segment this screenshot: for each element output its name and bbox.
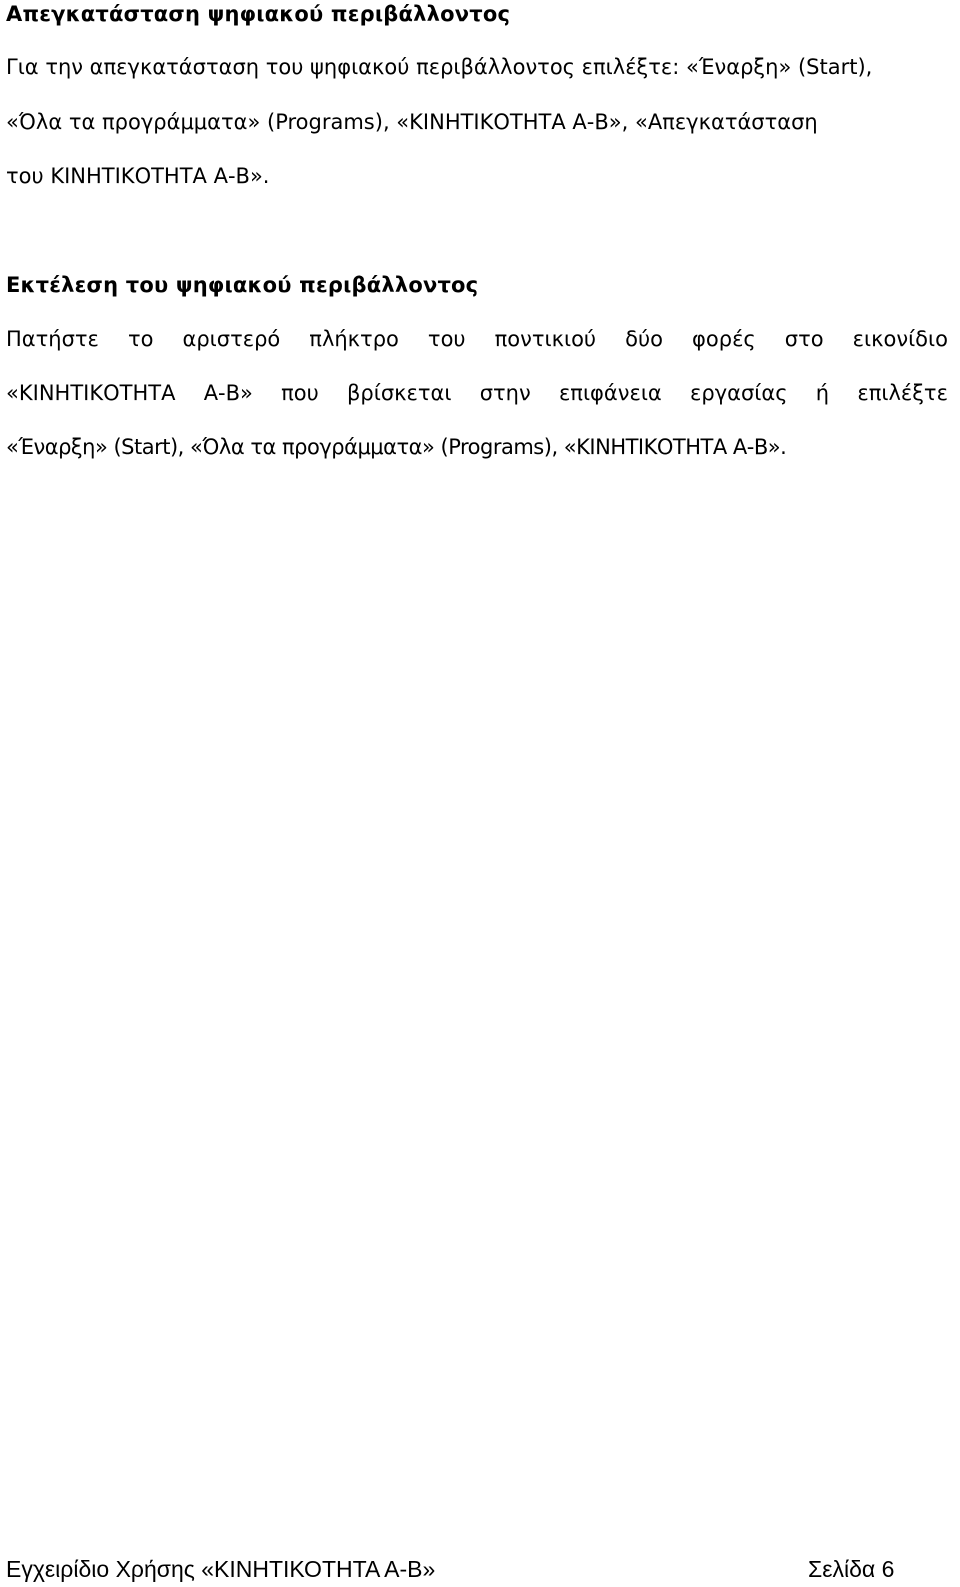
- word: επιλέξτε: [857, 381, 948, 405]
- word: βρίσκεται: [347, 381, 452, 405]
- word: του: [427, 327, 466, 351]
- paragraph-line: Πατήστε το αριστερό πλήκτρο του ποντικιο…: [6, 327, 948, 351]
- word: Πατήστε: [6, 327, 99, 351]
- heading-uninstall: Απεγκατάσταση ψηφιακού περιβάλλοντος: [6, 2, 511, 26]
- word: στο: [784, 327, 824, 351]
- word: το: [127, 327, 154, 351]
- word: Α-Β»: [203, 381, 253, 405]
- paragraph-line: «Όλα τα προγράμματα» (Programs), «ΚΙΝΗΤΙ…: [6, 110, 818, 134]
- paragraph-line: του ΚΙΝΗΤΙΚΟΤΗΤΑ Α-Β».: [6, 164, 270, 188]
- word: εικονίδιο: [852, 327, 948, 351]
- word: επιφάνεια: [558, 381, 662, 405]
- word: στην: [479, 381, 531, 405]
- word: δύο: [625, 327, 663, 351]
- page-number: Σελίδα 6: [808, 1556, 895, 1582]
- paragraph-line: «ΚΙΝΗΤΙΚΟΤΗΤΑ Α-Β» που βρίσκεται στην επ…: [6, 381, 948, 405]
- word: πλήκτρο: [309, 327, 399, 351]
- paragraph-line: Για την απεγκατάσταση του ψηφιακού περιβ…: [6, 55, 873, 79]
- heading-run: Εκτέλεση του ψηφιακού περιβάλλοντος: [6, 273, 479, 297]
- word: φορές: [692, 327, 756, 351]
- word: αριστερό: [182, 327, 281, 351]
- word: «ΚΙΝΗΤΙΚΟΤΗΤΑ: [6, 381, 176, 405]
- word: ή: [815, 381, 830, 405]
- footer-title: Εγχειρίδιο Χρήσης «ΚΙΝΗΤΙΚΟΤΗΤΑ Α-Β»: [6, 1556, 436, 1582]
- word: ποντικιού: [494, 327, 597, 351]
- word: που: [281, 381, 319, 405]
- word: εργασίας: [690, 381, 788, 405]
- paragraph-line: «Έναρξη» (Start), «Όλα τα προγράμματα» (…: [6, 435, 787, 459]
